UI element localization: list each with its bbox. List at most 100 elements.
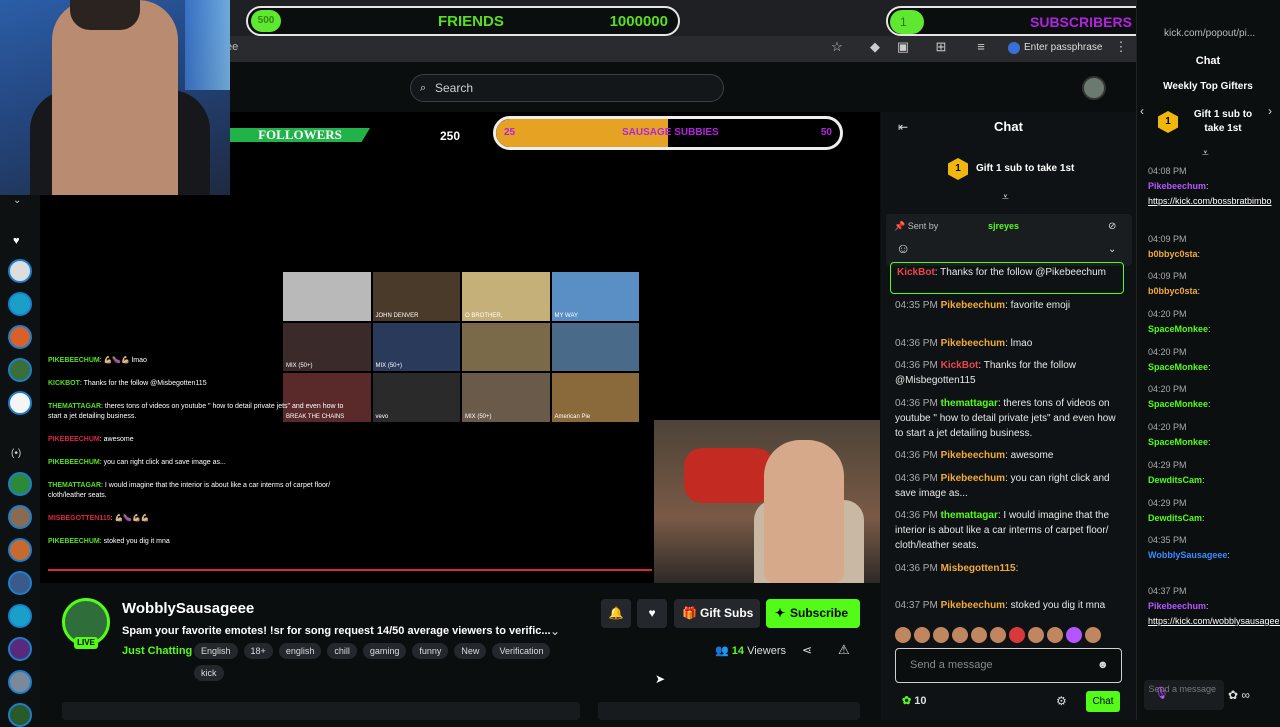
stream-category[interactable]: Just Chatting — [122, 645, 192, 657]
video-thumbnail[interactable]: MIX (50+) — [372, 322, 460, 372]
stream-tag[interactable]: gaming — [362, 643, 407, 659]
channel-avatar[interactable] — [8, 571, 32, 595]
message-username[interactable]: themattagar — [941, 398, 998, 409]
message-timestamp: 04:09 PM — [1148, 234, 1187, 244]
video-thumbnail[interactable]: JOHN DENVER — [372, 272, 460, 321]
friends-current: 500 — [251, 10, 281, 32]
report-icon[interactable]: ⚠ — [838, 642, 850, 658]
stream-tag[interactable]: chill — [327, 643, 357, 659]
message-username[interactable]: Pikebeechum — [941, 450, 1005, 461]
stream-tag[interactable]: kick — [194, 665, 224, 681]
channel-avatar[interactable] — [8, 358, 32, 382]
message-username[interactable]: WobblySausageee — [1148, 550, 1227, 560]
share-icon[interactable]: ⋖ — [802, 643, 812, 657]
pinned-by-user[interactable]: sjreyes — [988, 221, 1019, 231]
video-thumbnail[interactable]: American Pie — [551, 373, 639, 422]
address-bar[interactable] — [230, 36, 1136, 62]
channel-points[interactable]: ✿ 10 — [902, 694, 927, 707]
message-username[interactable]: Pikebeechum — [941, 338, 1005, 349]
stream-tag[interactable]: 18+ — [243, 643, 273, 659]
stream-tag[interactable]: Verification — [492, 643, 551, 659]
video-thumbnail[interactable]: vevo — [372, 373, 460, 422]
chevron-left-icon[interactable]: ‹ — [1140, 104, 1144, 118]
message-link[interactable]: https://kick.com/wobblysausageee — [1148, 616, 1280, 626]
message-text: : stoked you dig it mna — [1005, 600, 1106, 611]
video-thumbnail[interactable] — [551, 322, 639, 372]
chevron-right-icon[interactable]: › — [1268, 104, 1272, 118]
message-username[interactable]: Pikebeechum — [941, 300, 1005, 311]
message-username[interactable]: Pikebeechum — [941, 600, 1005, 611]
chevron-down-icon[interactable]: ⌄ — [1108, 244, 1116, 255]
chevron-down-icon[interactable]: ⌄ — [550, 624, 560, 638]
heart-icon[interactable]: ♥ — [13, 235, 20, 247]
followers-goal-value: 250 — [440, 129, 461, 143]
user-avatar[interactable] — [1082, 76, 1106, 100]
video-thumbnail[interactable]: MIX (50+) — [462, 373, 550, 422]
message-username[interactable]: DewditsCam — [1148, 475, 1202, 485]
unpin-icon[interactable]: ⊘ — [1108, 221, 1116, 232]
expand-icon[interactable]: ⩡ — [1002, 190, 1009, 205]
emoji-icon[interactable]: ☻ — [1097, 659, 1109, 671]
extension-icon[interactable]: ◆ — [866, 38, 884, 56]
popout-gift-banner-text[interactable]: Gift 1 sub to take 1st — [1190, 108, 1256, 136]
send-chat-button[interactable]: Chat — [1086, 691, 1120, 712]
message-username[interactable]: Misbegotten115 — [941, 563, 1016, 574]
channel-avatar[interactable] — [8, 391, 32, 415]
message-username[interactable]: Pikebeechum — [1148, 601, 1206, 611]
stream-tag[interactable]: english — [278, 643, 322, 659]
popout-settings-icon[interactable]: ✿ ∞ — [1228, 688, 1250, 702]
channel-avatar[interactable] — [8, 637, 32, 661]
message-username[interactable]: SpaceMonkee — [1148, 324, 1208, 334]
video-thumbnail[interactable] — [462, 322, 550, 372]
channel-avatar[interactable] — [8, 472, 32, 496]
message-link[interactable]: https://kick.com/bossbratbimbo — [1148, 196, 1272, 206]
search-placeholder: Search — [435, 81, 474, 95]
overlay-chat-line: THEMATTAGAR: theres tons of videos on yo… — [48, 402, 348, 422]
stream-tag[interactable]: English — [194, 643, 238, 659]
subscribe-button[interactable]: ✦ Subscribe — [766, 599, 860, 628]
chat-input[interactable]: Send a message — [895, 648, 1122, 683]
channel-avatar[interactable] — [8, 259, 32, 283]
message-username[interactable]: SpaceMonkee — [1148, 399, 1208, 409]
video-progress-bar[interactable] — [48, 569, 652, 571]
recommended-icon[interactable]: (•) — [11, 448, 21, 459]
message-username[interactable]: DewditsCam — [1148, 513, 1202, 523]
live-badge: LIVE — [74, 637, 98, 649]
video-thumbnail[interactable]: O BROTHER, — [462, 272, 550, 321]
gear-icon[interactable]: ⚙ — [1056, 694, 1067, 708]
stream-tag[interactable]: New — [454, 643, 487, 659]
passphrase-extension[interactable]: Enter passphrase — [1004, 39, 1124, 57]
channel-avatar[interactable] — [8, 670, 32, 694]
stream-tag[interactable]: funny — [412, 643, 449, 659]
streamer-name[interactable]: WobblySausageee — [122, 600, 254, 617]
gift-banner-text[interactable]: Gift 1 sub to take 1st — [976, 163, 1074, 174]
extension-icon[interactable]: ▣ — [894, 38, 912, 56]
menu-icon[interactable]: ⋮ — [1112, 38, 1130, 56]
message-username[interactable]: KickBot — [941, 360, 979, 371]
extension-icon[interactable]: ≡ — [972, 38, 990, 56]
microphone-icon[interactable]: 🎙 — [1154, 686, 1169, 700]
message-username[interactable]: SpaceMonkee — [1148, 437, 1208, 447]
message-username[interactable]: Pikebeechum — [941, 473, 1005, 484]
message-username[interactable]: b0bbyc0sta — [1148, 249, 1198, 259]
expand-icon[interactable]: ⩡ — [1202, 146, 1209, 161]
channel-avatar[interactable] — [8, 703, 32, 727]
channel-avatar[interactable] — [8, 292, 32, 316]
message-username[interactable]: b0bbyc0sta — [1148, 286, 1198, 296]
chevron-down-icon[interactable]: ⌄ — [13, 195, 21, 206]
channel-avatar[interactable] — [8, 325, 32, 349]
extension-icon[interactable]: ⊞ — [932, 38, 950, 56]
channel-avatar[interactable] — [8, 538, 32, 562]
message-username[interactable]: SpaceMonkee — [1148, 362, 1208, 372]
follow-heart-icon[interactable]: ♥ — [637, 599, 667, 628]
video-thumbnail[interactable]: MY WAY — [551, 272, 639, 321]
search-input[interactable]: ⌕ Search — [410, 74, 724, 102]
message-username[interactable]: Pikebeechum — [1148, 181, 1206, 191]
gift-subs-button[interactable]: 🎁 Gift Subs — [674, 599, 760, 628]
star-icon[interactable]: ☆ — [828, 38, 846, 56]
video-thumbnail[interactable] — [283, 272, 371, 321]
message-username[interactable]: themattagar — [941, 510, 998, 521]
channel-avatar[interactable] — [8, 505, 32, 529]
channel-avatar[interactable] — [8, 604, 32, 628]
bell-icon[interactable]: 🔔 — [601, 599, 631, 628]
